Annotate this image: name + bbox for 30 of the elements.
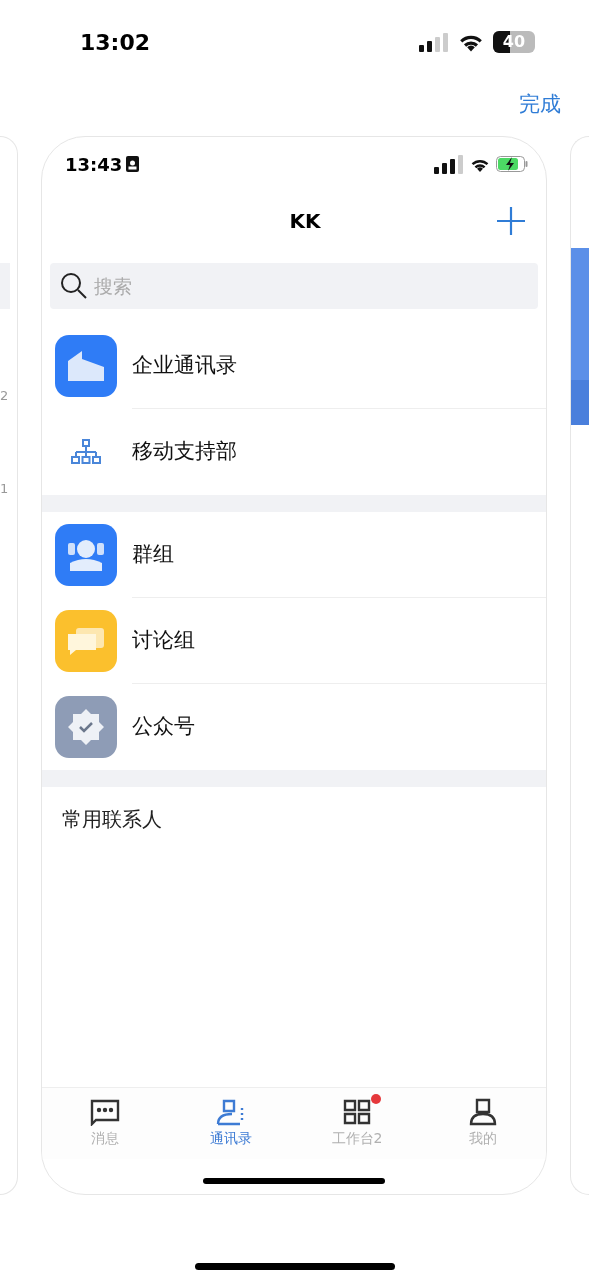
status-time: 13:43 xyxy=(65,152,123,177)
card-text: 1 xyxy=(0,482,9,495)
building-icon xyxy=(55,335,117,397)
card-text: 2 xyxy=(0,389,9,402)
list-item[interactable]: 公众号 xyxy=(42,684,546,770)
section-header: 常用联系人 xyxy=(62,806,162,833)
add-button[interactable] xyxy=(494,204,528,238)
list-item[interactable]: 移动支持部 xyxy=(42,409,546,495)
search-field[interactable]: 搜索 xyxy=(50,263,538,309)
person-icon xyxy=(468,1098,498,1126)
search-icon xyxy=(60,272,88,300)
badge-check-icon xyxy=(55,696,117,758)
grid-icon xyxy=(342,1098,372,1126)
signal-icon xyxy=(419,32,449,52)
chat-bubbles-icon xyxy=(55,610,117,672)
id-card-icon xyxy=(126,156,140,172)
app-card[interactable]: 13:43 KK 搜索 企业通讯录 移动支持部 群组 讨论组 公众号 常用联系人 消息 通讯录 工作台2 我的 xyxy=(41,136,547,1195)
page-title: KK xyxy=(289,208,321,235)
signal-icon xyxy=(434,154,464,174)
list-item[interactable]: 群组 xyxy=(42,512,546,598)
done-button[interactable]: 完成 xyxy=(519,89,561,121)
tab[interactable]: 通讯录 xyxy=(168,1098,294,1149)
chat-icon xyxy=(90,1098,120,1126)
battery-charging-icon xyxy=(496,156,528,172)
list-item[interactable]: 讨论组 xyxy=(42,598,546,684)
group-icon xyxy=(55,524,117,586)
list-item[interactable]: 企业通讯录 xyxy=(42,323,546,409)
status-time: 13:02 xyxy=(80,28,151,57)
contacts-icon xyxy=(216,1098,246,1126)
org-chart-icon xyxy=(71,439,101,465)
